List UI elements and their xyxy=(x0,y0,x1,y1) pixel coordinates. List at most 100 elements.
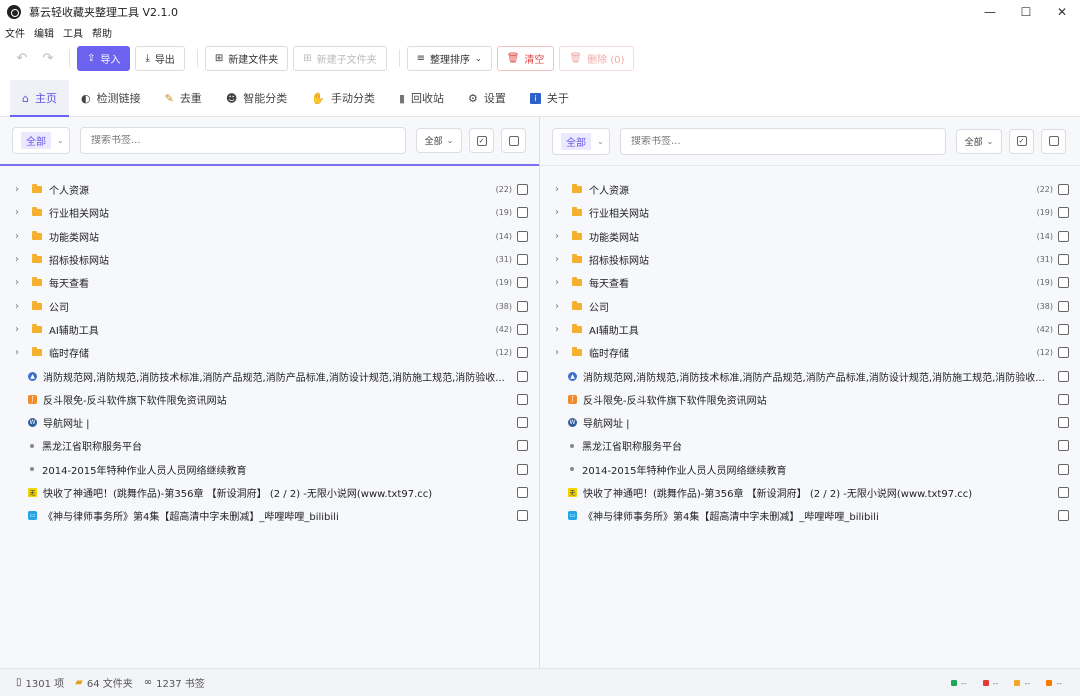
menu-edit[interactable]: 编辑 xyxy=(34,25,54,40)
folder-row[interactable]: › 临时存储 (12) xyxy=(0,341,539,364)
chevron-right-icon[interactable]: › xyxy=(15,207,27,218)
bookmark-row[interactable]: ▭ 《神与律师事务所》第4集【超高清中字未删减】_哔哩哔哩_bilibili xyxy=(540,504,1080,527)
row-checkbox[interactable] xyxy=(1058,323,1069,335)
chevron-right-icon[interactable]: › xyxy=(15,347,27,358)
sort-dropdown-button[interactable]: ≡ 整理排序 ⌄ xyxy=(406,45,492,71)
folder-row[interactable]: › 公司 (38) xyxy=(540,294,1080,317)
undo-button[interactable]: ↶ xyxy=(10,46,34,70)
folder-row[interactable]: › 招标投标网站 (31) xyxy=(0,248,539,271)
bookmark-row[interactable]: W 导航网址 | xyxy=(0,411,539,434)
row-checkbox[interactable] xyxy=(517,393,528,405)
row-checkbox[interactable] xyxy=(1058,300,1069,312)
bookmark-row[interactable]: ʃ 反斗限免-反斗软件旗下软件限免资讯网站 xyxy=(0,388,539,411)
folder-row[interactable]: › AI辅助工具 (42) xyxy=(0,318,539,341)
tab-check-links[interactable]: ◐ 检测链接 xyxy=(69,80,153,116)
row-checkbox[interactable] xyxy=(517,277,528,289)
row-checkbox[interactable] xyxy=(1058,463,1069,475)
row-checkbox[interactable] xyxy=(517,254,528,266)
row-checkbox[interactable] xyxy=(517,487,528,498)
search-input[interactable] xyxy=(631,135,945,147)
row-checkbox[interactable] xyxy=(517,440,528,452)
row-checkbox[interactable] xyxy=(1058,417,1069,429)
chevron-right-icon[interactable]: › xyxy=(555,254,567,265)
menu-file[interactable]: 文件 xyxy=(5,25,25,40)
bookmark-row[interactable]: W 导航网址 | xyxy=(540,411,1080,434)
menu-help[interactable]: 帮助 xyxy=(92,25,112,40)
bookmark-row[interactable]: 2014-2015年特种作业人员人员网络继续教育 xyxy=(0,458,539,481)
select-visible-button[interactable]: ✓ xyxy=(469,128,494,153)
chevron-right-icon[interactable]: › xyxy=(555,324,567,335)
row-checkbox[interactable] xyxy=(1058,440,1069,452)
chevron-right-icon[interactable]: › xyxy=(555,207,567,218)
tab-smart-classify[interactable]: ☻ 智能分类 xyxy=(214,80,299,116)
tab-manual-classify[interactable]: ✋ 手动分类 xyxy=(299,80,387,116)
select-all-button[interactable] xyxy=(1041,128,1066,154)
folder-row[interactable]: › 个人资源 (22) xyxy=(0,178,539,201)
new-folder-button[interactable]: ⊞ 新建文件夹 xyxy=(204,45,289,71)
bookmark-row[interactable]: ▲ 消防规范网,消防规范,消防技术标准,消防产品规范,消防产品标准,消防设计规范,… xyxy=(540,364,1080,387)
folder-row[interactable]: › 临时存储 (12) xyxy=(540,341,1080,364)
folder-row[interactable]: › 每天查看 (19) xyxy=(0,271,539,294)
row-checkbox[interactable] xyxy=(1058,487,1069,498)
close-button[interactable]: ✕ xyxy=(1044,0,1080,24)
select-all-button[interactable] xyxy=(501,128,526,153)
row-checkbox[interactable] xyxy=(1058,510,1069,522)
bookmark-row[interactable]: 2014-2015年特种作业人员人员网络继续教育 xyxy=(540,458,1080,481)
chevron-right-icon[interactable]: › xyxy=(555,347,567,358)
bookmark-row[interactable]: ▭ 《神与律师事务所》第4集【超高清中字未删减】_哔哩哔哩_bilibili xyxy=(0,504,539,527)
tab-home[interactable]: ⌂ 主页 xyxy=(10,80,69,117)
scope-select[interactable]: 全部 ⌄ xyxy=(552,127,610,155)
row-checkbox[interactable] xyxy=(1058,347,1069,359)
folder-row[interactable]: › 个人资源 (22) xyxy=(540,178,1080,201)
bookmark-row[interactable]: ▲ 消防规范网,消防规范,消防技术标准,消防产品规范,消防产品标准,消防设计规范,… xyxy=(0,364,539,387)
folder-row[interactable]: › 招标投标网站 (31) xyxy=(540,248,1080,271)
chevron-right-icon[interactable]: › xyxy=(15,324,27,335)
type-filter-select[interactable]: 全部 ⌄ xyxy=(416,128,462,153)
row-checkbox[interactable] xyxy=(517,300,528,312)
export-button[interactable]: ⤓ 导出 xyxy=(135,45,185,71)
select-visible-button[interactable]: ✓ xyxy=(1009,128,1034,154)
row-checkbox[interactable] xyxy=(1058,277,1069,289)
row-checkbox[interactable] xyxy=(517,347,528,359)
row-checkbox[interactable] xyxy=(1058,393,1069,405)
row-checkbox[interactable] xyxy=(517,323,528,335)
scope-select[interactable]: 全部 ⌄ xyxy=(12,127,70,154)
chevron-right-icon[interactable]: › xyxy=(555,231,567,242)
bookmark-row[interactable]: 无快收了神通吧！(跳舞作品)-第356章 【新设洞府】 (2 / 2) -无限小… xyxy=(0,481,539,504)
tab-dedupe[interactable]: ✎ 去重 xyxy=(153,80,214,116)
bookmark-row[interactable]: 无快收了神通吧！(跳舞作品)-第356章 【新设洞府】 (2 / 2) -无限小… xyxy=(540,481,1080,504)
chevron-right-icon[interactable]: › xyxy=(15,231,27,242)
row-checkbox[interactable] xyxy=(1058,184,1069,196)
folder-row[interactable]: › 行业相关网站 (19) xyxy=(540,201,1080,224)
bookmark-row[interactable]: 黑龙江省职称服务平台 xyxy=(540,434,1080,457)
folder-row[interactable]: › 公司 (38) xyxy=(0,294,539,317)
tab-recycle-bin[interactable]: ▮ 回收站 xyxy=(387,80,456,116)
search-input[interactable] xyxy=(91,135,405,146)
tab-settings[interactable]: ⚙ 设置 xyxy=(456,80,518,116)
row-checkbox[interactable] xyxy=(1058,370,1069,382)
folder-row[interactable]: › 功能类网站 (14) xyxy=(540,225,1080,248)
import-button[interactable]: ⇪ 导入 xyxy=(77,45,131,71)
chevron-right-icon[interactable]: › xyxy=(555,184,567,195)
row-checkbox[interactable] xyxy=(1058,230,1069,242)
minimize-button[interactable]: — xyxy=(972,0,1008,24)
row-checkbox[interactable] xyxy=(517,370,528,382)
folder-row[interactable]: › 功能类网站 (14) xyxy=(0,225,539,248)
row-checkbox[interactable] xyxy=(517,207,528,219)
row-checkbox[interactable] xyxy=(517,510,528,522)
row-checkbox[interactable] xyxy=(517,417,528,429)
chevron-right-icon[interactable]: › xyxy=(15,254,27,265)
bookmark-row[interactable]: ʃ 反斗限免-反斗软件旗下软件限免资讯网站 xyxy=(540,388,1080,411)
chevron-right-icon[interactable]: › xyxy=(15,301,27,312)
chevron-right-icon[interactable]: › xyxy=(15,184,27,195)
row-checkbox[interactable] xyxy=(517,184,528,196)
redo-button[interactable]: ↷ xyxy=(36,46,60,70)
chevron-right-icon[interactable]: › xyxy=(15,277,27,288)
bookmark-row[interactable]: 黑龙江省职称服务平台 xyxy=(0,434,539,457)
folder-row[interactable]: › 每天查看 (19) xyxy=(540,271,1080,294)
delete-button[interactable]: 🗑︎ 删除 (0) xyxy=(559,45,635,71)
row-checkbox[interactable] xyxy=(517,230,528,242)
type-filter-select[interactable]: 全部 ⌄ xyxy=(956,128,1002,154)
clear-button[interactable]: 🗑︎ 清空 xyxy=(496,45,555,71)
folder-row[interactable]: › AI辅助工具 (42) xyxy=(540,318,1080,341)
